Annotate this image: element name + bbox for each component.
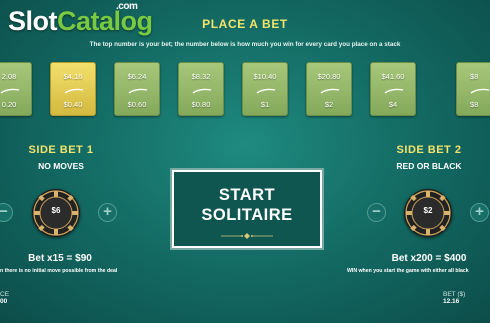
bet-card-bet: $8 bbox=[470, 72, 479, 81]
side-bet-1-description: n there is no initial move possible from… bbox=[0, 268, 118, 274]
start-button-line1: START bbox=[218, 186, 276, 204]
bet-card[interactable]: $8 $8 bbox=[456, 62, 490, 116]
swoosh-icon bbox=[384, 88, 404, 94]
side-bet-1-chip: $6 bbox=[32, 189, 80, 237]
logo-text-com: .com bbox=[116, 1, 138, 12]
bet-card[interactable]: $8.32 $0.80 bbox=[178, 62, 224, 116]
bet-card-win: $1 bbox=[260, 100, 270, 109]
swoosh-icon bbox=[320, 88, 340, 94]
bet-label: BET ($) bbox=[443, 291, 466, 298]
balance-value: 00 bbox=[0, 298, 8, 305]
bet-card-bet: $6.24 bbox=[127, 72, 147, 81]
bet-card-win: $4 bbox=[388, 100, 398, 109]
swoosh-icon bbox=[0, 88, 20, 94]
bet-card-bet: $20.80 bbox=[317, 72, 341, 81]
side-bet-1-subtitle: NO MOVES bbox=[38, 161, 84, 171]
start-button-line2: SOLITAIRE bbox=[201, 206, 293, 224]
bet-readout: BET ($) 12.16 bbox=[443, 291, 465, 305]
side-bet-1-bet-line: Bet x15 = $90 bbox=[28, 253, 92, 264]
side-bet-2-bet-line: Bet x200 = $400 bbox=[391, 253, 467, 264]
side-bet-2-chip-value: $2 bbox=[423, 206, 433, 215]
side-bet-1-title: SIDE BET 1 bbox=[28, 144, 94, 156]
bet-card-win: $0.40 bbox=[63, 100, 83, 109]
bet-card-bet: $41.60 bbox=[381, 72, 405, 81]
bet-card[interactable]: $20.80 $2 bbox=[306, 62, 352, 116]
slotcatalog-logo: SlotCatalog .com bbox=[8, 1, 153, 37]
start-solitaire-button[interactable]: START SOLITAIRE bbox=[170, 168, 324, 250]
swoosh-icon bbox=[470, 88, 490, 94]
swoosh-icon bbox=[256, 88, 276, 94]
swoosh-icon bbox=[192, 88, 212, 94]
side-bet-2-minus-button[interactable]: − bbox=[367, 203, 386, 222]
bet-card-win: $8 bbox=[470, 100, 479, 109]
balance-readout: CE 00 bbox=[0, 291, 9, 305]
side-bet-2-plus-button[interactable]: + bbox=[470, 203, 489, 222]
logo-text-catalog: Catalog bbox=[57, 6, 153, 36]
bet-card-bet: 2.08 bbox=[1, 72, 17, 81]
side-bet-2-chip: $2 bbox=[404, 189, 452, 237]
bet-card-win: $0.80 bbox=[191, 100, 211, 109]
page-subtitle: The top number is your bet; the number b… bbox=[89, 41, 401, 48]
ornament-icon bbox=[221, 233, 273, 239]
bet-card-bet: $8.32 bbox=[191, 72, 211, 81]
side-bet-2-title: SIDE BET 2 bbox=[396, 144, 462, 156]
side-bet-1-plus-button[interactable]: + bbox=[98, 203, 117, 222]
side-bet-2-subtitle: RED OR BLACK bbox=[396, 161, 462, 171]
swoosh-icon bbox=[64, 88, 84, 94]
side-bet-2-description: WIN when you start the game with either … bbox=[347, 268, 469, 274]
bet-card[interactable]: $10.40 $1 bbox=[242, 62, 288, 116]
bet-card-win: $2 bbox=[324, 100, 334, 109]
bet-card-bet: $4.16 bbox=[63, 72, 83, 81]
bet-card-win: $0.60 bbox=[127, 100, 147, 109]
balance-label: CE bbox=[0, 291, 10, 298]
bet-value: 12.16 bbox=[443, 298, 460, 305]
bet-card[interactable]: 2.08 0.20 bbox=[0, 62, 32, 116]
swoosh-icon bbox=[128, 88, 148, 94]
side-bet-1-minus-button[interactable]: − bbox=[0, 203, 13, 222]
bet-card-bet: $10.40 bbox=[253, 72, 277, 81]
bet-card-selected[interactable]: $4.16 $0.40 bbox=[50, 62, 96, 116]
bet-card[interactable]: $6.24 $0.60 bbox=[114, 62, 160, 116]
logo-text-slot: Slot bbox=[8, 6, 58, 36]
side-bet-1-chip-value: $6 bbox=[51, 206, 61, 215]
bet-card-win: 0.20 bbox=[1, 100, 17, 109]
page-title: PLACE A BET bbox=[202, 17, 288, 31]
bet-card[interactable]: $41.60 $4 bbox=[370, 62, 416, 116]
